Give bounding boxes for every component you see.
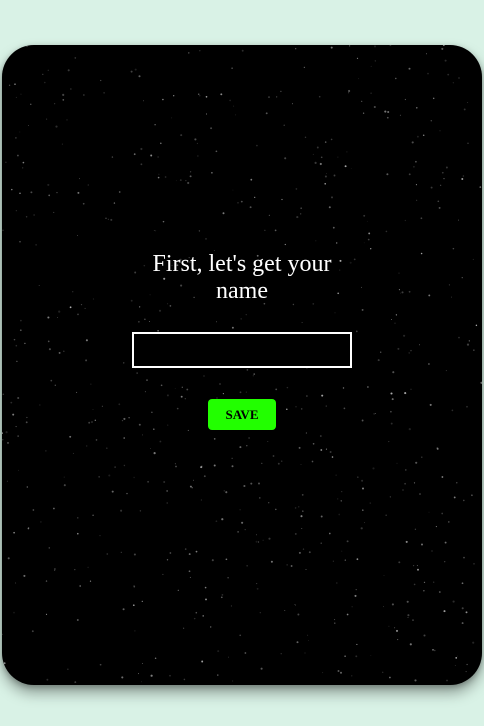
name-form: First, let's get your name SAVE [2, 45, 482, 685]
name-input[interactable] [132, 332, 352, 368]
starfield-card: First, let's get your name SAVE [2, 45, 482, 685]
save-button[interactable]: SAVE [208, 399, 276, 430]
name-prompt-heading: First, let's get your name [2, 251, 482, 305]
name-prompt-text: First, let's get your name [152, 251, 332, 304]
